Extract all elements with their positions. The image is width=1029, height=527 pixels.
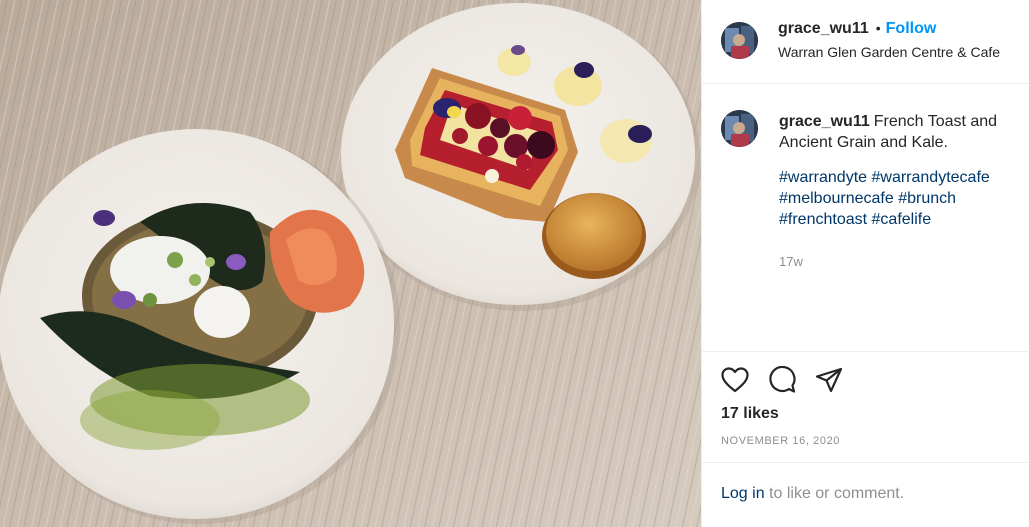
likes-count[interactable]: 17 likes [721, 405, 779, 423]
hashtag-link[interactable]: #warrandytecafe [872, 169, 990, 186]
follow-button[interactable]: Follow [886, 20, 937, 38]
hashtag-list: #warrandyte #warrandytecafe #melbourneca… [779, 167, 1019, 230]
avatar[interactable] [721, 22, 758, 59]
caption-avatar-image [721, 110, 758, 147]
login-link[interactable]: Log in [721, 485, 765, 502]
post-photo[interactable] [0, 0, 701, 527]
caption-avatar[interactable] [721, 110, 758, 147]
login-prompt-text: to like or comment. [764, 485, 905, 502]
share-button[interactable] [814, 365, 844, 395]
action-bar [720, 365, 844, 395]
hashtag-link[interactable]: #frenchtoast [779, 211, 867, 228]
hashtag-link[interactable]: #brunch [898, 190, 956, 207]
divider [702, 462, 1029, 463]
like-button[interactable] [720, 365, 750, 395]
login-prompt: Log in to like or comment. [721, 485, 904, 503]
post-sidebar: grace_wu11 • Follow Warran Glen Garden C… [701, 0, 1029, 527]
post-date: NOVEMBER 16, 2020 [721, 435, 841, 447]
comment-icon [769, 366, 796, 393]
caption-text: grace_wu11 French Toast and Ancient Grain… [779, 111, 1019, 230]
location-link[interactable]: Warran Glen Garden Centre & Cafe [778, 44, 1028, 60]
hashtag-link[interactable]: #warrandyte [779, 169, 867, 186]
avatar-image [721, 22, 758, 59]
username-link[interactable]: grace_wu11 [778, 20, 869, 38]
food-photo-image [0, 0, 701, 527]
hashtag-link[interactable]: #melbournecafe [779, 190, 894, 207]
heart-icon [721, 367, 749, 393]
divider [702, 351, 1029, 352]
post-header: grace_wu11 • Follow Warran Glen Garden C… [702, 0, 1029, 84]
post-age[interactable]: 17w [779, 254, 803, 269]
comment-button[interactable] [767, 365, 797, 395]
share-icon [815, 367, 843, 393]
caption-username-link[interactable]: grace_wu11 [779, 113, 870, 130]
separator-dot: • [875, 20, 881, 36]
hashtag-link[interactable]: #cafelife [872, 211, 932, 228]
